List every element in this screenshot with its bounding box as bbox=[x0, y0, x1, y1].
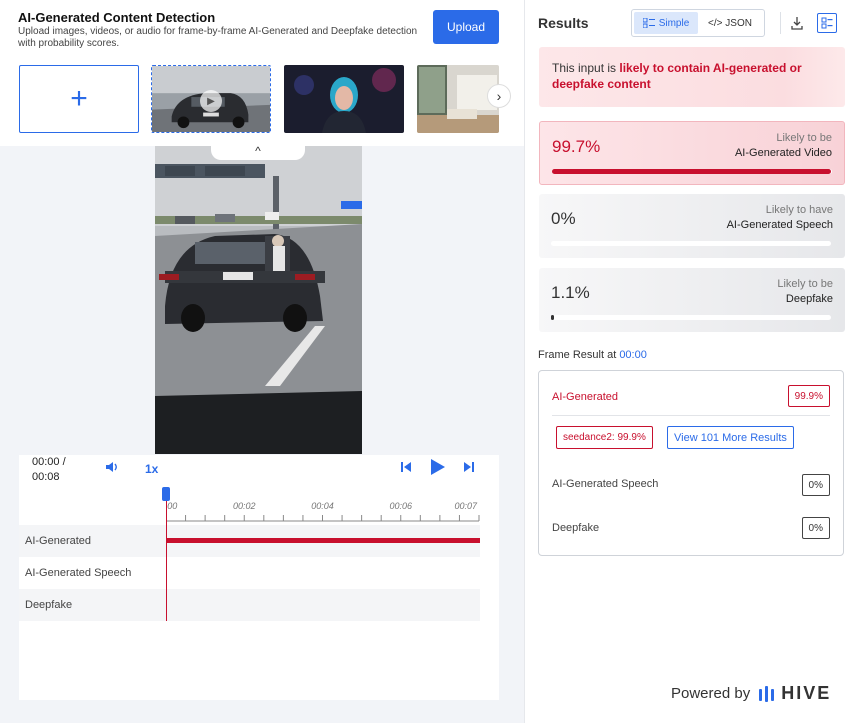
list-layout-icon bbox=[821, 17, 833, 29]
track-ai-generated: AI-Generated bbox=[19, 525, 480, 557]
playback-speed-button[interactable]: 1x bbox=[145, 462, 158, 476]
video-player: 00:00 / 00:08 1x 00 00:02 00:04 00:06 00… bbox=[19, 455, 499, 700]
frame-speech-label: AI-Generated Speech bbox=[552, 478, 659, 490]
score-percent: 99.7% bbox=[552, 137, 601, 156]
total-time: 00:08 bbox=[32, 471, 60, 483]
results-panel: Results Simple </> JSON This input is li… bbox=[524, 0, 863, 723]
frame-deepfake-label: Deepfake bbox=[552, 522, 600, 534]
current-time: 00:00 / bbox=[32, 456, 66, 468]
plus-icon: + bbox=[70, 82, 88, 115]
time-display: 00:00 / 00:08 bbox=[32, 455, 66, 485]
playhead-line bbox=[166, 501, 167, 621]
collapse-thumbnails-button[interactable]: ^ bbox=[211, 142, 305, 160]
frame-divider bbox=[552, 415, 830, 416]
video-frame-image bbox=[155, 146, 362, 454]
score-fill bbox=[552, 169, 832, 174]
score-track bbox=[552, 169, 832, 174]
json-view-tab[interactable]: </> JSON bbox=[698, 12, 762, 34]
json-view-label: </> JSON bbox=[708, 17, 752, 29]
score-caption: Likely to be bbox=[776, 132, 832, 144]
thumbnail-car-video[interactable]: ▶ bbox=[151, 65, 271, 133]
track-deepfake: Deepfake bbox=[19, 589, 480, 621]
play-icon bbox=[431, 459, 445, 475]
frame-deepfake-score: 0% bbox=[801, 517, 830, 539]
ruler-tick-label: 00:07 bbox=[454, 501, 478, 511]
score-caption: Likely to have bbox=[765, 204, 833, 216]
track-label: AI-Generated Speech bbox=[25, 567, 132, 579]
score-percent: 0% bbox=[551, 209, 576, 228]
upload-panel: AI-Generated Content Detection Upload im… bbox=[0, 0, 524, 723]
chevron-right-icon: › bbox=[496, 88, 502, 104]
score-track bbox=[551, 241, 831, 246]
ai-speech-score-card: 0% Likely to have AI-Generated Speech bbox=[539, 194, 845, 258]
frame-ai-score: 99.9% bbox=[787, 385, 830, 407]
play-overlay-icon: ▶ bbox=[200, 90, 222, 112]
frame-speech-score: 0% bbox=[801, 474, 830, 496]
skip-back-icon bbox=[401, 462, 411, 472]
track-ai-generated-speech: AI-Generated Speech bbox=[19, 557, 480, 589]
frame-result-time: 00:00 bbox=[619, 349, 647, 361]
add-media-button[interactable]: + bbox=[19, 65, 139, 133]
detection-alert: This input is likely to contain AI-gener… bbox=[539, 47, 845, 107]
score-caption: Likely to be bbox=[777, 278, 833, 290]
powered-by: Powered by HIVE bbox=[671, 683, 831, 704]
hive-brand-name: HIVE bbox=[781, 683, 832, 703]
results-title: Results bbox=[538, 15, 589, 31]
play-button[interactable] bbox=[428, 458, 446, 479]
toolbar-divider bbox=[780, 12, 781, 34]
frame-result-label: Frame Result at bbox=[538, 349, 620, 361]
hive-logo-icon bbox=[759, 685, 775, 702]
score-fill bbox=[551, 315, 555, 320]
simple-view-label: Simple bbox=[658, 17, 690, 29]
thumbnail-portrait[interactable] bbox=[284, 65, 404, 133]
skip-forward-button[interactable] bbox=[462, 460, 476, 477]
ai-video-score-card: 99.7% Likely to be AI-Generated Video bbox=[539, 121, 845, 185]
timeline-ruler[interactable]: 00:00 00:02 00:04 00:06 00:07 bbox=[166, 485, 492, 525]
ai-generated-track-bar bbox=[167, 538, 480, 543]
score-category: AI-Generated Video bbox=[734, 147, 832, 159]
frame-result-box: AI-Generated 99.9% seedance2: 99.9% View… bbox=[538, 370, 844, 556]
deepfake-score-card: 1.1% Likely to be Deepfake bbox=[539, 268, 845, 332]
alert-prefix: This input is bbox=[552, 61, 620, 75]
playhead-handle[interactable] bbox=[162, 487, 170, 501]
download-icon bbox=[791, 17, 803, 30]
ruler-tick-label: 00:04 bbox=[311, 501, 334, 511]
simple-view-tab[interactable]: Simple bbox=[634, 12, 698, 34]
view-toggle: Simple </> JSON bbox=[631, 9, 765, 37]
score-category: AI-Generated Speech bbox=[726, 219, 833, 231]
list-layout-button[interactable] bbox=[817, 13, 837, 33]
score-track bbox=[551, 315, 831, 320]
skip-forward-icon bbox=[464, 462, 474, 472]
model-result-tag: seedance2: 99.9% bbox=[556, 426, 653, 449]
powered-by-label: Powered by bbox=[671, 685, 751, 702]
upload-button[interactable]: Upload bbox=[433, 10, 499, 44]
chevron-up-icon: ^ bbox=[255, 144, 261, 158]
upload-header: AI-Generated Content Detection Upload im… bbox=[0, 0, 524, 146]
track-label: Deepfake bbox=[25, 599, 73, 611]
video-preview[interactable] bbox=[155, 146, 362, 454]
track-label: AI-Generated bbox=[25, 535, 92, 547]
portrait-thumbnail-image bbox=[284, 65, 404, 133]
skip-back-button[interactable] bbox=[399, 460, 413, 477]
page-subtitle: Upload images, videos, or audio for fram… bbox=[18, 26, 418, 49]
hive-logo: HIVE bbox=[758, 683, 831, 704]
download-button[interactable] bbox=[787, 13, 807, 33]
ruler-ticks: 00:00 00:02 00:04 00:06 00:07 bbox=[166, 501, 480, 522]
page-title: AI-Generated Content Detection bbox=[18, 10, 216, 25]
score-percent: 1.1% bbox=[551, 283, 590, 302]
list-view-icon bbox=[642, 18, 655, 28]
ruler-tick-label: 00:00 bbox=[166, 501, 177, 511]
score-category: Deepfake bbox=[785, 293, 833, 305]
volume-button[interactable] bbox=[105, 460, 119, 477]
volume-icon bbox=[106, 462, 117, 472]
ruler-tick-label: 00:02 bbox=[233, 501, 256, 511]
frame-result-title: Frame Result at 00:00 bbox=[538, 349, 647, 361]
ruler-tick-label: 00:06 bbox=[389, 501, 412, 511]
view-more-results-button[interactable]: View 101 More Results bbox=[667, 426, 794, 449]
next-thumbnail-button[interactable]: › bbox=[487, 84, 511, 108]
frame-ai-label: AI-Generated bbox=[552, 391, 619, 403]
